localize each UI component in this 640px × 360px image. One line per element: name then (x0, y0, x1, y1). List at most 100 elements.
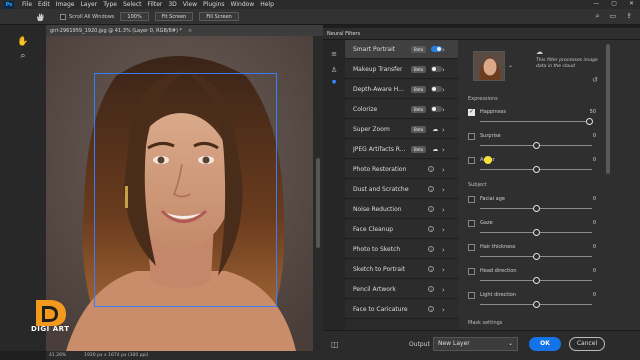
ok-button[interactable]: OK (529, 337, 561, 351)
minimize-icon[interactable]: — (593, 0, 599, 7)
chevron-right-icon[interactable]: › (442, 206, 445, 214)
gaze-checkbox[interactable] (468, 220, 475, 227)
close-icon[interactable]: ✕ (629, 0, 634, 7)
menu-help[interactable]: Help (260, 1, 274, 8)
slider-knob[interactable] (586, 118, 594, 125)
chevron-right-icon[interactable]: › (442, 106, 445, 114)
menu-filter[interactable]: Filter (148, 1, 163, 8)
preview-split-icon[interactable]: ◫ (331, 340, 339, 349)
zoom-100-button[interactable]: 100% (120, 12, 149, 21)
chevron-right-icon[interactable]: › (442, 66, 445, 74)
output-select[interactable]: New Layer ⌄ (433, 337, 518, 351)
chevron-right-icon[interactable]: › (442, 286, 445, 294)
menu-view[interactable]: View (183, 1, 197, 8)
user-icon[interactable]: ♙ (329, 66, 339, 75)
slider-knob[interactable] (532, 166, 540, 173)
info-icon[interactable]: i (428, 206, 434, 212)
surprise-checkbox[interactable] (468, 133, 475, 140)
info-icon[interactable]: i (428, 306, 434, 312)
reset-icon[interactable]: ↺ (592, 76, 598, 84)
chevron-right-icon[interactable]: › (442, 46, 445, 54)
share-icon[interactable]: ⇪ (626, 12, 632, 21)
hand-icon[interactable]: ✋ (16, 37, 30, 47)
filter-list-icon[interactable]: ≡ (329, 50, 339, 59)
zoom-icon[interactable]: ⌕ (16, 51, 30, 61)
document-tab[interactable]: girl-2961959_1920.jpg @ 41.3% (Layer 0, … (46, 25, 323, 36)
search-icon[interactable]: ⌕ (596, 12, 600, 21)
info-icon[interactable]: i (428, 286, 434, 292)
filter-photo-restoration[interactable]: Photo Restoration i › (345, 160, 458, 179)
canvas-scroll-thumb[interactable] (316, 158, 320, 248)
menu-edit[interactable]: Edit (38, 1, 50, 8)
fill-screen-button[interactable]: Fill Screen (199, 12, 239, 21)
hand-tool-icon[interactable] (34, 12, 46, 22)
canvas-scrollbar[interactable] (313, 36, 323, 351)
chevron-right-icon[interactable]: › (442, 226, 445, 234)
chevron-right-icon[interactable]: › (442, 246, 445, 254)
cloud-download-icon[interactable]: ☁ (432, 126, 438, 133)
info-icon[interactable]: i (428, 186, 434, 192)
filter-toggle[interactable] (431, 46, 443, 52)
chevron-right-icon[interactable]: › (442, 126, 445, 134)
filter-colorize[interactable]: Colorize Beta › (345, 100, 458, 119)
info-icon[interactable]: i (428, 226, 434, 232)
slider-knob[interactable] (532, 277, 540, 284)
filter-super-zoom[interactable]: Super Zoom Beta ☁ › (345, 120, 458, 139)
scroll-all-windows-option[interactable]: Scroll All Windows (60, 13, 114, 20)
filter-face-to-caricature[interactable]: Face to Caricature i › (345, 300, 458, 319)
settings-scrollbar[interactable] (604, 40, 640, 330)
menu-type[interactable]: Type (103, 1, 117, 8)
filter-photo-to-sketch[interactable]: Photo to Sketch i › (345, 240, 458, 259)
filter-noise-reduction[interactable]: Noise Reduction i › (345, 200, 458, 219)
slider-knob[interactable] (532, 301, 540, 308)
settings-scroll-thumb[interactable] (606, 44, 610, 174)
filter-toggle[interactable] (431, 106, 443, 112)
filter-makeup-transfer[interactable]: Makeup Transfer Beta › (345, 60, 458, 79)
chevron-right-icon[interactable]: › (442, 266, 445, 274)
chevron-right-icon[interactable]: › (442, 86, 445, 94)
chevron-right-icon[interactable]: › (442, 166, 445, 174)
head-direction-checkbox[interactable] (468, 268, 475, 275)
filter-toggle[interactable] (431, 66, 443, 72)
happiness-checkbox[interactable] (468, 108, 475, 116)
light-direction-checkbox[interactable] (468, 292, 475, 299)
chevron-right-icon[interactable]: › (442, 146, 445, 154)
zoom-status[interactable]: 41.28% (49, 353, 66, 358)
fit-screen-button[interactable]: Fit Screen (154, 12, 194, 21)
cancel-button[interactable]: Cancel (569, 337, 605, 351)
filter-pencil-artwork[interactable]: Pencil Artwork i › (345, 280, 458, 299)
slider-knob[interactable] (532, 142, 540, 149)
filter-face-cleanup[interactable]: Face Cleanup i › (345, 220, 458, 239)
menu-select[interactable]: Select (123, 1, 142, 8)
workspace-icon[interactable]: ▭ (610, 12, 617, 21)
hair-thickness-checkbox[interactable] (468, 244, 475, 251)
filter-jpeg-artifacts-removal[interactable]: JPEG Artifacts R... Beta ☁ › (345, 140, 458, 159)
chevron-right-icon[interactable]: › (442, 306, 445, 314)
slider-knob[interactable] (532, 205, 540, 212)
info-icon[interactable]: i (428, 246, 434, 252)
filter-smart-portrait[interactable]: Smart Portrait Beta › (345, 40, 458, 59)
menu-layer[interactable]: Layer (80, 1, 97, 8)
facial-age-checkbox[interactable] (468, 196, 475, 203)
menu-image[interactable]: Image (56, 1, 75, 8)
menu-window[interactable]: Window (231, 1, 255, 8)
maximize-icon[interactable]: ▢ (611, 0, 617, 7)
info-icon[interactable]: i (428, 166, 434, 172)
menu-3d[interactable]: 3D (168, 1, 176, 8)
menu-file[interactable]: File (22, 1, 32, 8)
filter-toggle[interactable] (431, 86, 443, 92)
slider-track[interactable] (480, 121, 592, 122)
filter-depth-aware-haze[interactable]: Depth-Aware H... Beta › (345, 80, 458, 99)
menu-plugins[interactable]: Plugins (203, 1, 225, 8)
scroll-all-windows-checkbox[interactable] (60, 13, 66, 20)
cloud-download-icon[interactable]: ☁ (432, 146, 438, 153)
chevron-right-icon[interactable]: › (442, 186, 445, 194)
filter-sketch-to-portrait[interactable]: Sketch to Portrait i › (345, 260, 458, 279)
slider-knob[interactable] (532, 253, 540, 260)
filter-dust-and-scratches[interactable]: Dust and Scratches i › (345, 180, 458, 199)
close-tab-icon[interactable]: × (188, 28, 192, 34)
face-thumbnail[interactable] (473, 51, 505, 81)
slider-knob[interactable] (532, 229, 540, 236)
chevron-down-icon[interactable]: ⌄ (508, 62, 513, 69)
info-icon[interactable]: i (428, 266, 434, 272)
